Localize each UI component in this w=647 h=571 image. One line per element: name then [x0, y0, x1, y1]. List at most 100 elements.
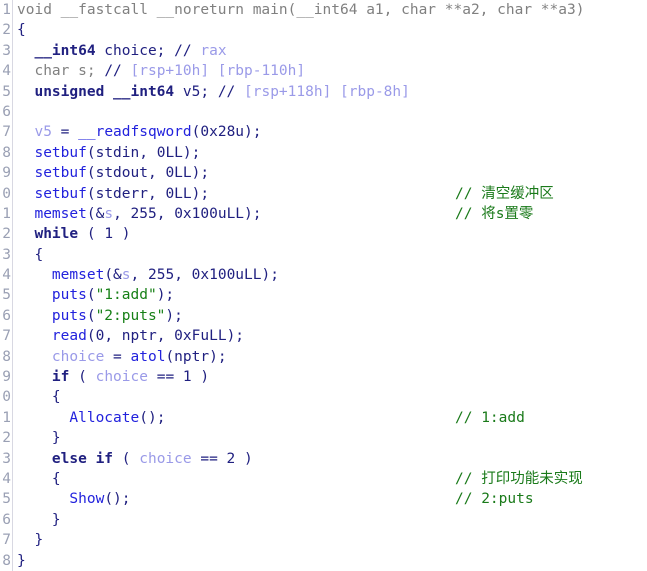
line-number: 2 — [0, 428, 13, 449]
code-token: ); — [156, 287, 175, 304]
code-text[interactable]: __int64 choice; // rax — [13, 41, 647, 61]
code-token: rax — [191, 42, 227, 59]
code-line[interactable]: 1 void __fastcall __noreturn main(__int64… — [0, 0, 647, 21]
code-line[interactable]: 5 Show(); // 2:puts — [0, 489, 647, 510]
user-comment[interactable]: // 清空缓冲区 — [455, 184, 554, 204]
code-text[interactable]: } — [13, 428, 647, 448]
code-line[interactable]: 3 else if ( choice == 2 ) — [0, 448, 647, 469]
line-number: 6 — [0, 101, 13, 123]
code-line[interactable]: 9 setbuf(stdout, 0LL); — [0, 163, 647, 184]
user-comment[interactable]: // 将s置零 — [455, 204, 533, 224]
code-line[interactable]: 3 { — [0, 244, 647, 266]
code-text[interactable]: { — [13, 245, 647, 265]
code-line[interactable]: 7 } — [0, 530, 647, 551]
line-number: 0 — [0, 183, 13, 204]
code-line[interactable]: 4 {// 打印功能未实现 — [0, 468, 647, 490]
code-text[interactable]: setbuf(stdout, 0LL); — [13, 163, 647, 183]
code-token: choice — [139, 450, 192, 467]
code-token: (& — [104, 267, 122, 284]
code-token: ); — [226, 328, 245, 345]
code-text[interactable]: {// 打印功能未实现 — [13, 469, 647, 489]
code-line[interactable]: 9 if ( choice == 1 ) — [0, 367, 647, 388]
code-line[interactable]: 8 choice = atol(nptr); — [0, 346, 647, 368]
code-token: } — [17, 511, 61, 528]
code-line[interactable]: 2{ — [0, 20, 647, 41]
code-text[interactable]: char s; // [rsp+10h] [rbp-110h] — [13, 61, 647, 81]
code-token: , — [174, 267, 192, 284]
code-token: (& — [86, 205, 105, 222]
code-line[interactable]: 7 read(0, nptr, 0xFuLL); — [0, 326, 647, 347]
code-line[interactable]: 0 setbuf(stderr, 0LL); // 清空缓冲区 — [0, 183, 647, 204]
code-line[interactable]: 6 } — [0, 509, 647, 531]
code-token: = — [51, 124, 79, 141]
code-line[interactable]: 5 puts("1:add"); — [0, 285, 647, 306]
code-text[interactable]: read(0, nptr, 0xFuLL); — [13, 326, 647, 346]
code-text[interactable]: choice = atol(nptr); — [13, 347, 647, 367]
code-text[interactable]: { — [13, 20, 647, 40]
code-line[interactable]: 5 unsigned __int64 v5; // [rsp+118h] [rb… — [0, 81, 647, 102]
code-text[interactable]: puts("1:add"); — [13, 285, 647, 305]
code-token: ); — [191, 165, 210, 182]
line-number: 7 — [0, 326, 13, 347]
user-comment[interactable]: // 1:add — [455, 408, 525, 428]
code-token: 0LL — [165, 185, 192, 202]
code-text[interactable]: Allocate(); // 1:add — [13, 408, 647, 428]
code-token: v5; — [174, 83, 218, 100]
code-token: ); — [244, 124, 262, 141]
code-token: ); — [182, 144, 201, 161]
line-number: 7 — [0, 122, 13, 143]
code-text[interactable]: while ( 1 ) — [13, 224, 647, 244]
code-text[interactable]: Show(); // 2:puts — [13, 489, 647, 509]
code-text[interactable]: else if ( choice == 2 ) — [13, 449, 647, 469]
code-line[interactable]: 1 Allocate(); // 1:add — [0, 407, 647, 429]
code-line[interactable]: 2 } — [0, 428, 647, 449]
line-number: 4 — [0, 61, 13, 82]
code-text[interactable]: { — [13, 387, 647, 407]
code-token: [rsp+10h] [rbp-110h] — [121, 63, 306, 80]
code-token: ( — [86, 307, 96, 324]
code-line[interactable]: 4 char s; // [rsp+10h] [rbp-110h] — [0, 61, 647, 82]
code-token: 255 — [147, 267, 175, 284]
code-token: unsigned __int64 — [34, 83, 175, 100]
code-line[interactable]: 6 puts("2:puts"); — [0, 305, 647, 327]
line-number: 3 — [0, 244, 13, 266]
code-text[interactable]: v5 = __readfsqword(0x28u); — [13, 122, 647, 142]
code-token: setbuf — [34, 165, 87, 182]
code-token: 0x100uLL — [174, 205, 245, 222]
code-token: // — [174, 42, 192, 59]
user-comment[interactable]: // 2:puts — [455, 489, 534, 509]
code-text[interactable]: setbuf(stderr, 0LL); // 清空缓冲区 — [13, 184, 647, 204]
code-text[interactable]: if ( choice == 1 ) — [13, 367, 647, 387]
code-token: ) — [235, 450, 253, 467]
code-token: Allocate — [69, 409, 140, 426]
code-text[interactable]: memset(&s, 255, 0x100uLL); — [13, 265, 647, 285]
code-token: puts — [51, 307, 87, 324]
code-token: while — [34, 226, 79, 243]
code-token: read — [51, 328, 87, 345]
code-text[interactable]: void __fastcall __noreturn main(__int64 … — [13, 0, 647, 20]
code-text[interactable]: } — [13, 510, 647, 530]
code-line[interactable]: 2 while ( 1 ) — [0, 224, 647, 245]
code-line[interactable]: 3 __int64 choice; // rax — [0, 40, 647, 62]
code-token: atol — [130, 348, 166, 365]
code-line[interactable]: 7 v5 = __readfsqword(0x28u); — [0, 122, 647, 143]
line-number: 0 — [0, 387, 13, 408]
pseudocode-view[interactable]: 1 void __fastcall __noreturn main(__int64… — [0, 0, 647, 571]
code-token: , — [147, 165, 166, 182]
code-line[interactable]: 6 — [0, 101, 647, 123]
user-comment[interactable]: // 打印功能未实现 — [455, 469, 583, 489]
line-number: 4 — [0, 265, 13, 286]
code-token: , — [139, 144, 157, 161]
code-line[interactable]: 4 memset(&s, 255, 0x100uLL); — [0, 265, 647, 286]
code-text[interactable]: puts("2:puts"); — [13, 306, 647, 326]
code-text[interactable]: } — [13, 530, 647, 550]
code-text[interactable]: unsigned __int64 v5; // [rsp+118h] [rbp-… — [13, 82, 647, 102]
code-line[interactable]: 1 memset(&s, 255, 0x100uLL); // 将s置零 — [0, 203, 647, 225]
code-text[interactable]: memset(&s, 255, 0x100uLL); // 将s置零 — [13, 204, 647, 224]
code-line[interactable]: 0 { — [0, 387, 647, 408]
code-text[interactable]: setbuf(stdin, 0LL); — [13, 143, 647, 163]
code-line[interactable]: 8 setbuf(stdin, 0LL); — [0, 142, 647, 164]
